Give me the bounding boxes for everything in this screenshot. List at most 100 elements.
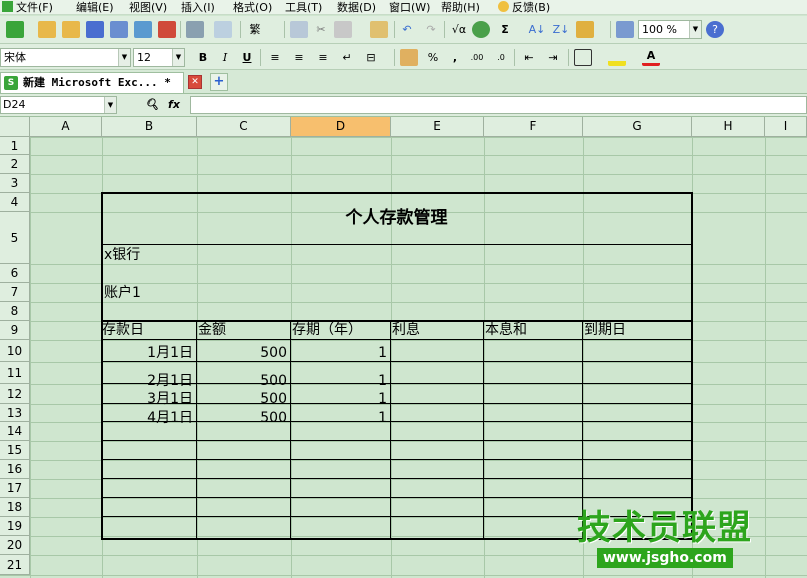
autosum-icon[interactable]: Σ <box>496 21 514 38</box>
underline-button[interactable]: U <box>238 49 256 66</box>
filter-icon[interactable] <box>576 21 594 38</box>
row-header-2[interactable]: 2 <box>0 155 30 174</box>
increase-indent-icon[interactable]: ⇥ <box>544 49 562 66</box>
row-header-5[interactable]: 5 <box>0 212 30 264</box>
cut-icon[interactable]: ✂ <box>312 21 330 38</box>
row-header-18[interactable]: 18 <box>0 498 30 517</box>
row-header-6[interactable]: 6 <box>0 264 30 283</box>
record-amount-cell[interactable]: 500 <box>197 390 290 408</box>
bank-name-cell[interactable]: x银行 <box>104 246 140 264</box>
record-date-cell[interactable]: 2月1日 <box>102 372 196 390</box>
row-header-8[interactable]: 8 <box>0 302 30 321</box>
record-amount-cell[interactable]: 500 <box>197 344 290 362</box>
name-box[interactable]: D24 ▼ <box>0 96 117 114</box>
close-tab-icon[interactable]: ✕ <box>188 75 202 89</box>
menu-tools[interactable]: 工具(T) <box>285 0 322 15</box>
row-header-15[interactable]: 15 <box>0 441 30 460</box>
record-term-cell[interactable]: 1 <box>291 390 390 408</box>
formula-icon[interactable]: √α <box>448 21 470 38</box>
table-header-cell[interactable]: 本息和 <box>485 321 527 339</box>
pdf-icon[interactable] <box>158 21 176 38</box>
function-search-icon[interactable]: 🔍︎ <box>144 97 160 113</box>
open-recent-icon[interactable] <box>62 21 80 38</box>
menu-data[interactable]: 数据(D) <box>337 0 376 15</box>
row-header-11[interactable]: 11 <box>0 362 30 384</box>
menu-feedback[interactable]: 反馈(B) <box>498 0 550 15</box>
redo-icon[interactable]: ↷ <box>422 21 440 38</box>
record-term-cell[interactable]: 1 <box>291 372 390 390</box>
mail-icon[interactable] <box>134 21 152 38</box>
menu-window[interactable]: 窗口(W) <box>389 0 430 15</box>
new-tab-icon[interactable]: + <box>210 73 228 91</box>
borders-icon[interactable] <box>574 49 592 66</box>
row-header-1[interactable]: 1 <box>0 137 30 155</box>
chart-icon[interactable] <box>616 21 634 38</box>
align-right-icon[interactable]: ≡ <box>314 49 332 66</box>
zoom-select[interactable]: 100 % ▼ <box>638 20 702 39</box>
menu-format[interactable]: 格式(O) <box>233 0 272 15</box>
table-header-cell[interactable]: 金额 <box>198 321 226 339</box>
menu-help[interactable]: 帮助(H) <box>441 0 480 15</box>
row-header-9[interactable]: 9 <box>0 321 30 340</box>
row-header-19[interactable]: 19 <box>0 517 30 536</box>
menu-file[interactable]: 文件(F) <box>2 0 53 15</box>
save-as-icon[interactable] <box>110 21 128 38</box>
account-name-cell[interactable]: 账户1 <box>104 284 141 302</box>
column-header-g[interactable]: G <box>583 117 692 137</box>
record-date-cell[interactable]: 3月1日 <box>102 390 196 408</box>
sort-descending-icon[interactable]: Z↓ <box>552 21 570 38</box>
fill-color-icon[interactable] <box>608 49 626 66</box>
bold-button[interactable]: B <box>194 49 212 66</box>
decrease-indent-icon[interactable]: ⇤ <box>520 49 538 66</box>
row-header-7[interactable]: 7 <box>0 283 30 302</box>
row-header-20[interactable]: 20 <box>0 536 30 555</box>
increase-decimal-icon[interactable]: .00 <box>468 49 486 66</box>
new-doc-icon[interactable] <box>6 21 24 38</box>
save-icon[interactable] <box>86 21 104 38</box>
table-header-cell[interactable]: 到期日 <box>584 321 626 339</box>
row-header-16[interactable]: 16 <box>0 460 30 479</box>
record-date-cell[interactable]: 1月1日 <box>102 344 196 362</box>
copy-icon[interactable] <box>290 21 308 38</box>
row-header-12[interactable]: 12 <box>0 384 30 404</box>
column-header-e[interactable]: E <box>391 117 484 137</box>
formula-input[interactable] <box>190 96 807 114</box>
row-header-10[interactable]: 10 <box>0 340 30 362</box>
comma-style-icon[interactable]: , <box>446 49 464 66</box>
align-center-icon[interactable]: ≡ <box>290 49 308 66</box>
font-name-select[interactable]: 宋体 ▼ <box>0 48 131 67</box>
traditional-chinese-icon[interactable]: 繁 <box>246 21 264 38</box>
menu-edit[interactable]: 编辑(E) <box>76 0 114 15</box>
record-date-cell[interactable]: 4月1日 <box>102 409 196 427</box>
print-icon[interactable] <box>186 21 204 38</box>
column-header-d[interactable]: D <box>291 117 391 137</box>
record-amount-cell[interactable]: 500 <box>197 372 290 390</box>
merge-cells-icon[interactable]: ⊟ <box>362 49 380 66</box>
align-left-icon[interactable]: ≡ <box>266 49 284 66</box>
tab-document[interactable]: S 新建 Microsoft Exc... * <box>0 72 184 93</box>
help-icon[interactable]: ? <box>706 21 724 38</box>
record-amount-cell[interactable]: 500 <box>197 409 290 427</box>
row-header-4[interactable]: 4 <box>0 193 30 212</box>
column-header-i[interactable]: I <box>765 117 807 137</box>
wrap-text-icon[interactable]: ↵ <box>338 49 356 66</box>
menu-view[interactable]: 视图(V) <box>129 0 167 15</box>
table-header-cell[interactable]: 存款日 <box>102 321 144 339</box>
record-term-cell[interactable]: 1 <box>291 409 390 427</box>
table-header-cell[interactable]: 利息 <box>392 321 420 339</box>
undo-icon[interactable]: ↶ <box>398 21 416 38</box>
record-term-cell[interactable]: 1 <box>291 344 390 362</box>
menu-insert[interactable]: 插入(I) <box>181 0 215 15</box>
open-folder-icon[interactable] <box>38 21 56 38</box>
table-header-cell[interactable]: 存期（年） <box>292 321 362 339</box>
italic-button[interactable]: I <box>216 49 234 66</box>
format-painter-icon[interactable] <box>370 21 388 38</box>
column-header-b[interactable]: B <box>102 117 197 137</box>
font-size-select[interactable]: 12 ▼ <box>133 48 185 67</box>
currency-icon[interactable] <box>400 49 418 66</box>
column-header-c[interactable]: C <box>197 117 291 137</box>
row-header-13[interactable]: 13 <box>0 404 30 422</box>
row-header-21[interactable]: 21 <box>0 555 30 575</box>
row-header-17[interactable]: 17 <box>0 479 30 498</box>
row-header-14[interactable]: 14 <box>0 422 30 441</box>
